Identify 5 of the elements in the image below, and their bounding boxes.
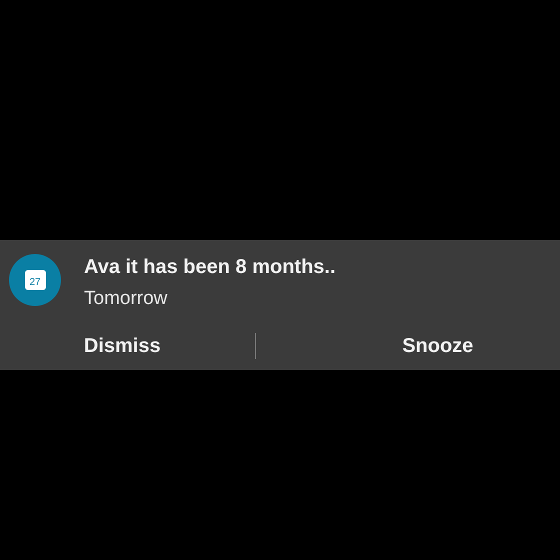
notification-time: Tomorrow	[84, 287, 168, 311]
calendar-day: 27	[29, 278, 41, 288]
action-button[interactable]: Dismiss	[0, 326, 254, 366]
action-button[interactable]: Snooze	[256, 326, 560, 366]
notification-title: Ava it has been 8 months..	[84, 255, 336, 280]
